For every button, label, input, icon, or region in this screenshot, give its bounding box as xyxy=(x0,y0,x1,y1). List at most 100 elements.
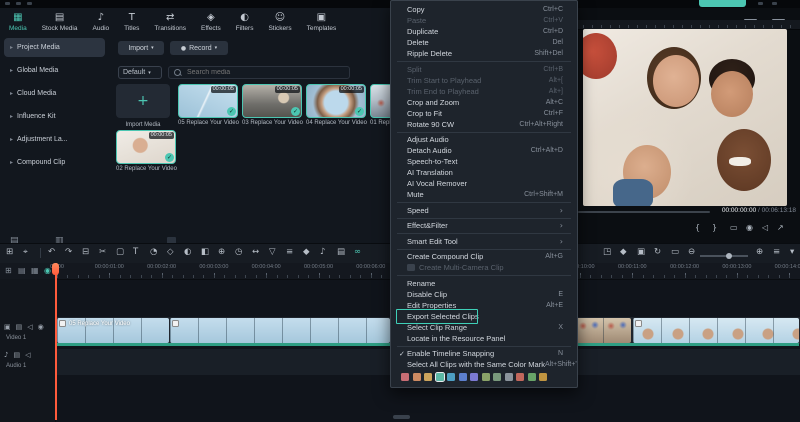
menu-item-export-selected-clips[interactable]: Export Selected Clips xyxy=(391,311,577,322)
color-mark-swatch[interactable] xyxy=(482,373,490,381)
search-input[interactable] xyxy=(185,68,339,77)
sidebar-item-influence-kit[interactable]: ▸Influence Kit xyxy=(4,107,105,126)
color-mark-swatch[interactable] xyxy=(447,373,455,381)
color-mark-swatch[interactable] xyxy=(505,373,513,381)
color-mark-swatch[interactable] xyxy=(459,373,467,381)
menu-item-ai-translation[interactable]: AI Translation xyxy=(391,167,577,178)
color-mark-swatch[interactable] xyxy=(401,373,409,381)
refresh-icon[interactable]: ↻ xyxy=(654,247,661,257)
tab-audio[interactable]: ♪Audio xyxy=(90,11,113,34)
fit-timeline-icon[interactable]: ▭ xyxy=(671,247,679,257)
menu-item-enable-timeline-snapping[interactable]: ✓Enable Timeline SnappingN xyxy=(391,348,577,359)
color-mark-swatch[interactable] xyxy=(436,373,444,381)
sidebar-item-adjustment-la[interactable]: ▸Adjustment La... xyxy=(4,130,105,149)
tab-stickers[interactable]: ☺Stickers xyxy=(265,11,294,34)
color-mark-swatch[interactable] xyxy=(424,373,432,381)
video-track-icon[interactable]: ▣ xyxy=(4,323,11,331)
preview-seekbar[interactable] xyxy=(578,211,710,213)
chroma-key-icon[interactable]: ◐ xyxy=(184,247,191,257)
timeline-clip-4[interactable] xyxy=(633,318,799,343)
menu-item-disable-clip[interactable]: Disable ClipE xyxy=(391,289,577,300)
track-mute-icon[interactable]: ◁ xyxy=(27,323,32,331)
snapshot-frame-icon[interactable]: ▣ xyxy=(637,247,645,257)
zoom-out-icon[interactable]: ⊖ xyxy=(688,247,695,257)
voiceover-icon[interactable]: ♪ xyxy=(320,247,325,257)
menu-item-speed[interactable]: Speed› xyxy=(391,205,577,216)
sidebar-item-project-media[interactable]: ▸Project Media xyxy=(4,38,105,57)
keyframe-icon[interactable]: ◇ xyxy=(167,247,174,257)
media-thumbnail-02-replace-your-video[interactable]: 00:00:05✓02 Replace Your Video xyxy=(116,130,176,172)
tab-transitions[interactable]: ⇄Transitions xyxy=(151,11,189,34)
snapshot-icon[interactable]: ◉ xyxy=(746,223,753,232)
color-mark-swatch[interactable] xyxy=(493,373,501,381)
text-tool-icon[interactable]: T xyxy=(133,247,138,257)
color-mark-swatch[interactable] xyxy=(516,373,524,381)
menu-item-detach-audio[interactable]: Detach AudioCtrl+Alt+D xyxy=(391,145,577,156)
tab-effects[interactable]: ◈Effects xyxy=(198,11,224,34)
render-preview-icon[interactable]: ∞ xyxy=(354,247,361,257)
menu-item-crop-and-zoom[interactable]: Crop and ZoomAlt+C xyxy=(391,97,577,108)
timer-icon[interactable]: ◷ xyxy=(235,247,242,257)
menu-item-smart-edit-tool[interactable]: Smart Edit Tool› xyxy=(391,236,577,247)
import-button[interactable]: Import ▾ xyxy=(118,41,164,55)
redo-icon[interactable]: ↷ xyxy=(65,247,72,257)
maximize-icon[interactable] xyxy=(772,2,777,5)
zoom-in-icon[interactable]: ⊕ xyxy=(756,247,763,257)
media-thumbnail-05-replace-your-video[interactable]: 00:00:05✓05 Replace Your Video xyxy=(178,84,238,126)
menu-item-ripple-delete[interactable]: Ripple DeleteShift+Del xyxy=(391,48,577,59)
menu-item-rotate-90-cw[interactable]: Rotate 90 CWCtrl+Alt+Right xyxy=(391,119,577,130)
menu-item-select-all-clips-with-the-same-color-mark[interactable]: Select All Clips with the Same Color Mar… xyxy=(391,359,577,370)
collapse-icon[interactable]: ▾ xyxy=(790,247,794,257)
color-mark-swatch[interactable] xyxy=(528,373,536,381)
menu-item-locate-in-the-resource-panel[interactable]: Locate in the Resource Panel xyxy=(391,333,577,344)
media-thumbnail-03-replace-your-video[interactable]: 00:00:05✓03 Replace Your Video xyxy=(242,84,302,126)
tab-titles[interactable]: TTitles xyxy=(121,11,142,34)
audio-track-icon[interactable]: ♪ xyxy=(4,351,8,359)
track-visibility-icon[interactable]: ◉ xyxy=(38,323,44,331)
delete-icon[interactable]: ⊟ xyxy=(82,247,89,257)
window-menu-icon[interactable] xyxy=(16,2,21,5)
menu-item-adjust-audio[interactable]: Adjust Audio xyxy=(391,134,577,145)
sidebar-item-compound-clip[interactable]: ▸Compound Clip xyxy=(4,153,105,172)
color-mark-swatch[interactable] xyxy=(470,373,478,381)
playhead-handle[interactable] xyxy=(52,263,59,275)
import-media-tile[interactable]: + xyxy=(116,84,170,118)
tab-stock-media[interactable]: ▤Stock Media xyxy=(39,11,81,34)
menu-item-speech-to-text[interactable]: Speech-to-Text xyxy=(391,156,577,167)
snap-icon[interactable]: ⊞ xyxy=(6,247,13,257)
media-filter-dropdown[interactable]: Default ▾ xyxy=(118,66,162,79)
motion-track-icon[interactable]: ⊕ xyxy=(218,247,225,257)
display-icon[interactable]: ▭ xyxy=(730,223,738,232)
menu-item-ai-vocal-remover[interactable]: AI Vocal Remover xyxy=(391,178,577,189)
marker-tool-icon[interactable]: ◆ xyxy=(303,247,310,257)
track-folder-icon[interactable]: ▤ xyxy=(16,323,23,331)
window-menu-icon[interactable] xyxy=(27,2,32,5)
media-thumbnail-04-replace-your-video[interactable]: 00:00:05✓04 Replace Your Video xyxy=(306,84,366,126)
minimize-icon[interactable] xyxy=(758,2,763,5)
webcam-icon[interactable]: ◉ xyxy=(44,266,51,275)
export-button[interactable] xyxy=(699,0,746,7)
fullscreen-icon[interactable]: ↗ xyxy=(777,223,784,232)
tab-media[interactable]: ▦Media xyxy=(6,11,30,34)
transform-icon[interactable]: ↔ xyxy=(252,247,259,257)
tab-templates[interactable]: ▣Templates xyxy=(304,11,340,34)
tab-filters[interactable]: ◐Filters xyxy=(233,11,257,34)
menu-item-mute[interactable]: MuteCtrl+Shift+M xyxy=(391,189,577,200)
record-button[interactable]: ● Record ▾ xyxy=(170,41,228,55)
adjust-icon[interactable]: ≡ xyxy=(286,247,293,257)
marker-icon[interactable]: ◳ xyxy=(603,247,611,257)
track-mute-icon[interactable]: ◁ xyxy=(25,351,30,359)
timeline-scrollbar[interactable] xyxy=(393,415,410,419)
timeline-clip-0[interactable]: 05 Replace Your Video xyxy=(57,318,169,343)
menu-item-rename[interactable]: Rename xyxy=(391,278,577,289)
menu-item-effect-filter[interactable]: Effect&Filter› xyxy=(391,220,577,231)
zoom-slider-knob[interactable] xyxy=(726,253,732,259)
crop-icon[interactable]: ▢ xyxy=(116,247,124,257)
menu-item-copy[interactable]: CopyCtrl+C xyxy=(391,4,577,15)
color-mark-swatch[interactable] xyxy=(539,373,547,381)
id-card-icon[interactable]: ▤ xyxy=(18,266,26,275)
manage-tracks-icon[interactable]: ▦ xyxy=(31,266,39,275)
color-mark-swatch[interactable] xyxy=(413,373,421,381)
timeline-clip-1[interactable] xyxy=(170,318,390,343)
effects-tool-icon[interactable]: ▽ xyxy=(269,247,276,257)
